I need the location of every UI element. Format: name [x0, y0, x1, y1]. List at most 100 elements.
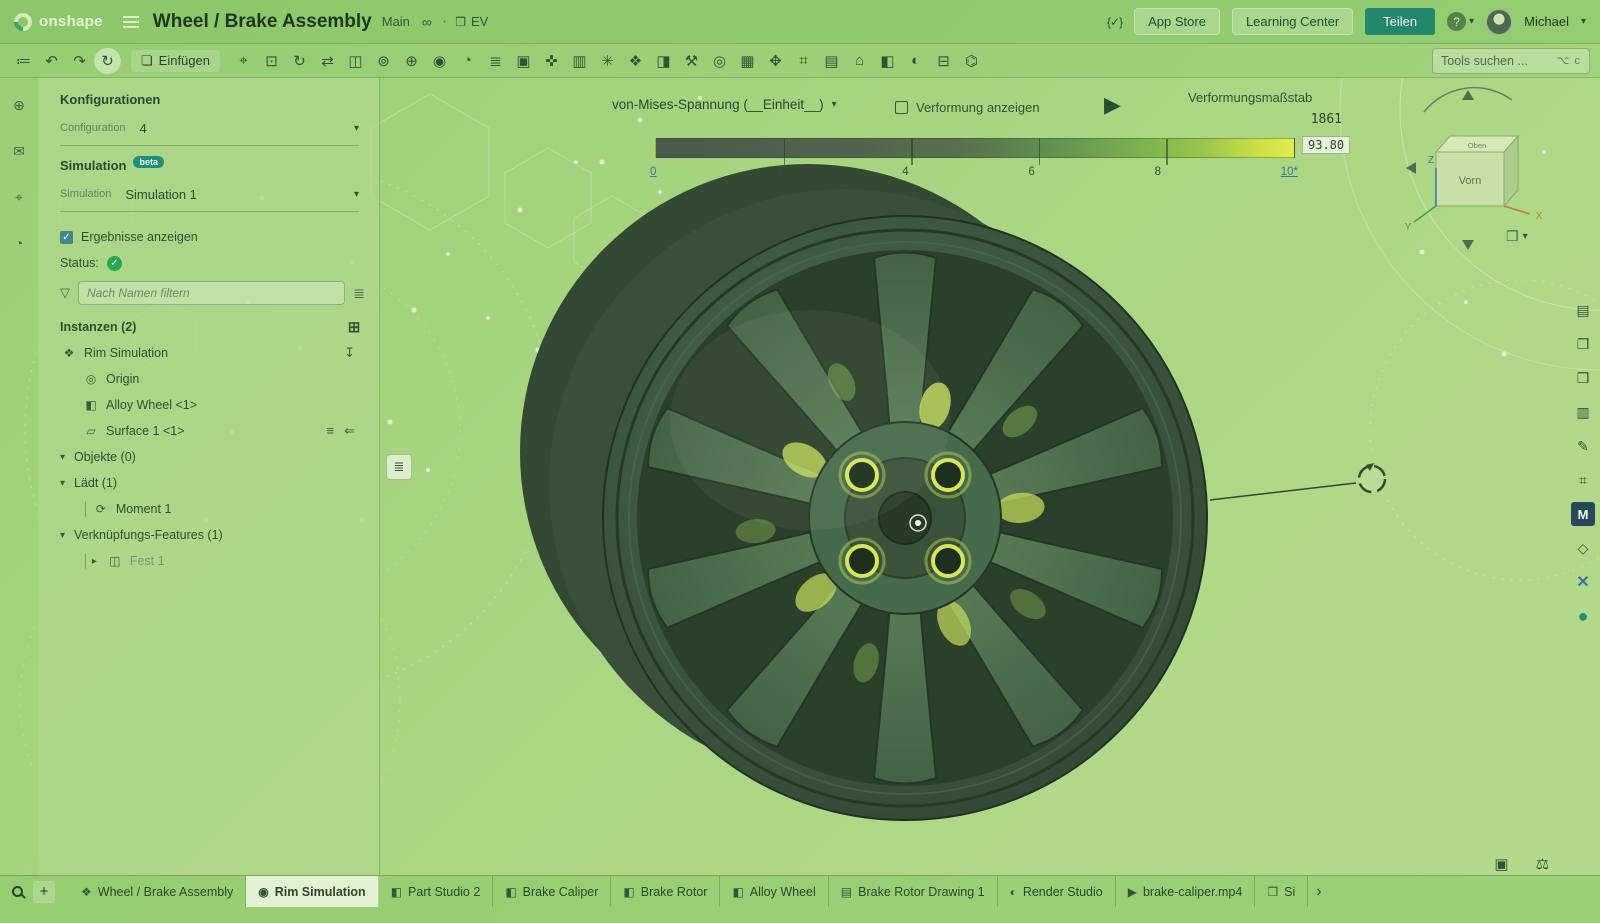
main-menu-icon[interactable]	[123, 21, 139, 23]
tree-item-alloy-wheel[interactable]: ◧ Alloy Wheel <1>	[60, 392, 365, 418]
legend-tick-0[interactable]: 0	[650, 166, 656, 178]
tree-item-rim-simulation[interactable]: ❖ Rim Simulation ↧	[60, 340, 365, 366]
model-viewport[interactable]: Oben Vorn Z Y X	[380, 78, 1600, 875]
cut-list-panel-icon[interactable]: ▥	[1571, 400, 1595, 424]
filter-icon[interactable]: ▽	[60, 285, 70, 301]
tree-item-origin[interactable]: ◎ Origin	[60, 366, 365, 392]
app-store-button[interactable]: App Store	[1134, 8, 1220, 35]
tree-item-surface-1[interactable]: ▱ Surface 1 <1> ≡ ⇐	[60, 418, 365, 444]
explode-icon[interactable]: ✥	[762, 48, 789, 74]
update-icon[interactable]: ↻	[94, 48, 121, 74]
ball-mate-icon[interactable]: ◉	[426, 48, 453, 74]
play-animation-button[interactable]: ▶	[1104, 92, 1121, 118]
workspace-name[interactable]: Main	[382, 14, 410, 29]
sheet-metal-table-icon[interactable]: ▣	[1488, 851, 1515, 877]
chevron-right-icon[interactable]: ▸	[92, 556, 106, 567]
search-tabs-icon[interactable]	[12, 886, 23, 897]
tree-item-fest-1[interactable]: │ ▸ ◫ Fest 1	[60, 548, 365, 574]
mates-panel-icon[interactable]: ⌖	[6, 184, 33, 210]
tree-group-loads[interactable]: ▾ Lädt (1)	[60, 470, 365, 496]
history-icon[interactable]: ◔	[6, 230, 33, 256]
tree-group-objects[interactable]: ▾ Objekte (0)	[60, 444, 365, 470]
view-options-button[interactable]: ❒ ▾	[1506, 228, 1528, 245]
insert-instance-icon[interactable]: ⊞	[343, 314, 365, 340]
insert-button[interactable]: ❏ Einfügen	[131, 50, 220, 72]
constraints-icon[interactable]: ≡	[327, 423, 335, 439]
configuration-selector[interactable]: Configuration 4 ▾	[60, 113, 365, 143]
named-positions-icon[interactable]: ⌂	[846, 48, 873, 74]
add-follower-icon[interactable]: ⊕	[6, 92, 33, 118]
featurescript-icon[interactable]: {✓}	[1107, 15, 1122, 29]
help-icon[interactable]: ?	[1447, 12, 1466, 31]
hierarchy-toggle-button[interactable]: ≣	[386, 454, 412, 480]
mass-properties-icon[interactable]: ⚖	[1529, 851, 1556, 877]
assembly-feature-icon[interactable]: ⚒	[678, 48, 705, 74]
show-results-checkbox[interactable]: ✓ Ergebnisse anzeigen	[60, 224, 365, 250]
section-view-icon[interactable]: ⊟	[930, 48, 957, 74]
checkbox-checked-icon[interactable]: ✓	[60, 231, 73, 244]
tab-brake-rotor[interactable]: ◧Brake Rotor	[611, 876, 720, 907]
tab-brake-caliper-video[interactable]: ▶brake-caliper.mp4	[1116, 876, 1256, 907]
onshape-logo-icon[interactable]	[10, 9, 35, 34]
wheel-model[interactable]	[520, 164, 1207, 820]
circular-pattern-icon[interactable]: ✳	[594, 48, 621, 74]
planar-mate-icon[interactable]: ◫	[342, 48, 369, 74]
model-tree-panel-icon[interactable]: ▤	[1571, 298, 1595, 322]
user-menu-chevron-icon[interactable]: ▾	[1581, 16, 1586, 27]
tab-rim-simulation[interactable]: ◉Rim Simulation	[246, 876, 378, 907]
show-deformation-checkbox[interactable]: Verformung anzeigen	[895, 100, 1040, 115]
chevron-down-icon[interactable]: ▾	[60, 452, 74, 463]
measure-icon[interactable]: ⌬	[958, 48, 985, 74]
render-app-icon[interactable]: ●	[1571, 604, 1595, 628]
versions-panel-icon[interactable]: ❒	[1571, 366, 1595, 390]
stress-type-dropdown[interactable]: von-Mises-Spannung (__Einheit__) ▾	[612, 97, 837, 112]
tab-wheel-brake-assembly[interactable]: ❖Wheel / Brake Assembly	[69, 876, 246, 907]
chevron-down-icon[interactable]: ▾	[60, 530, 74, 541]
chevron-down-icon[interactable]: ▾	[60, 478, 74, 489]
folder-name[interactable]: EV	[471, 14, 488, 29]
user-name[interactable]: Michael	[1524, 14, 1569, 29]
filter-input[interactable]	[78, 281, 345, 305]
tab-folder-si[interactable]: ❒Si	[1255, 876, 1308, 907]
tab-brake-rotor-drawing-1[interactable]: ▤Brake Rotor Drawing 1	[829, 876, 998, 907]
appearance-icon[interactable]: ◐	[902, 48, 929, 74]
snapshot-icon[interactable]: ⌗	[790, 48, 817, 74]
export-panel-icon[interactable]: ❐	[1571, 332, 1595, 356]
legend-tick-10*[interactable]: 10*	[1281, 166, 1298, 178]
cylindrical-mate-icon[interactable]: ⊚	[370, 48, 397, 74]
tangent-mate-icon[interactable]: ◔	[454, 48, 481, 74]
linear-pattern-icon[interactable]: ▥	[566, 48, 593, 74]
list-view-icon[interactable]: ≣	[353, 285, 365, 302]
mate-connector-icon[interactable]: ✜	[538, 48, 565, 74]
redo-icon[interactable]: ↷	[66, 48, 93, 74]
share-link-icon[interactable]: ∞	[422, 14, 432, 30]
parallel-mate-icon[interactable]: ≣	[482, 48, 509, 74]
share-button[interactable]: Teilen	[1365, 8, 1435, 35]
fastened-mate-icon[interactable]: ⊡	[258, 48, 285, 74]
tree-item-moment-1[interactable]: │ ⟳ Moment 1	[60, 496, 365, 522]
viewcube-top-label[interactable]: Oben	[1468, 141, 1486, 150]
tab-part-studio-2[interactable]: ◧Part Studio 2	[379, 876, 494, 907]
mate-connector-callout[interactable]	[1210, 463, 1385, 500]
mirror-icon[interactable]: ◨	[650, 48, 677, 74]
checkbox-unchecked-icon[interactable]	[895, 101, 908, 114]
stress-legend-bar[interactable]	[655, 138, 1295, 158]
viewcube-front-label[interactable]: Vorn	[1459, 175, 1482, 187]
tool-search-input[interactable]: Tools suchen ... ⌥ c	[1432, 48, 1590, 74]
mathworks-app-icon[interactable]: M	[1571, 502, 1595, 526]
undo-icon[interactable]: ↶	[38, 48, 65, 74]
frames-panel-icon[interactable]: ⌗	[1571, 468, 1595, 492]
tab-render-studio[interactable]: ◐Render Studio	[998, 876, 1116, 907]
replicate-icon[interactable]: ❖	[622, 48, 649, 74]
scroll-tabs-right-icon[interactable]: ›	[1316, 883, 1321, 901]
bom-icon[interactable]: ▤	[818, 48, 845, 74]
cad-import-app-icon[interactable]: ◇	[1571, 536, 1595, 560]
onshape-logo-text[interactable]: onshape	[39, 13, 103, 30]
x-export-app-icon[interactable]: ✕	[1571, 570, 1595, 594]
add-tab-button[interactable]: +	[33, 881, 55, 903]
tree-group-mate-features[interactable]: ▾ Verknüpfungs-Features (1)	[60, 522, 365, 548]
slider-mate-icon[interactable]: ⇄	[314, 48, 341, 74]
feature-list-icon[interactable]: ≔	[10, 48, 37, 74]
user-avatar[interactable]	[1486, 9, 1512, 35]
view-cube[interactable]: Oben Vorn Z Y X	[1405, 88, 1543, 250]
